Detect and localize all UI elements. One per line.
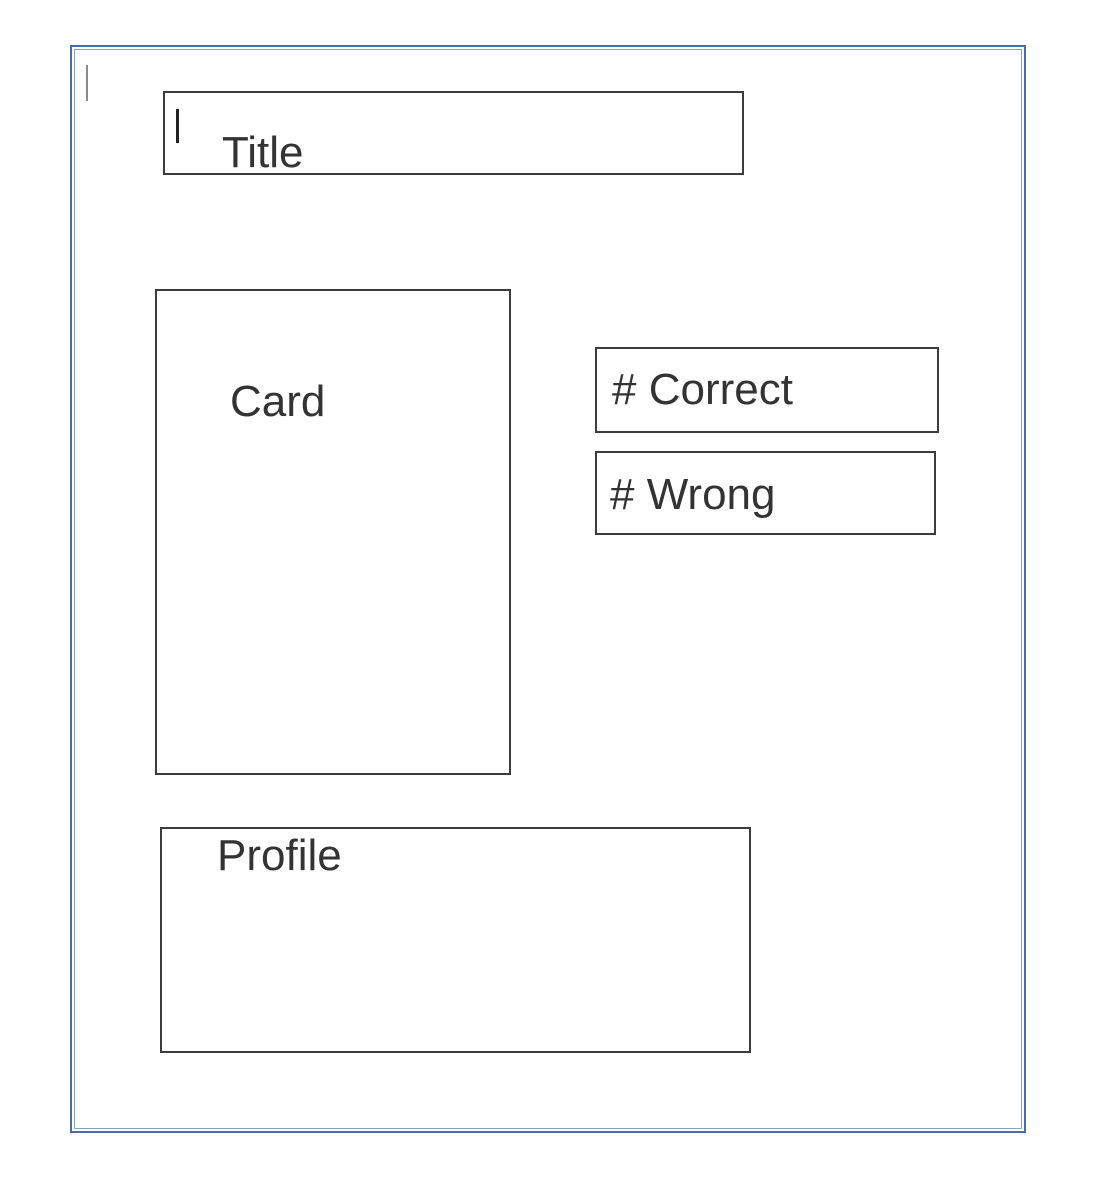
frame-text-caret [86, 65, 88, 101]
title-label: Title [222, 128, 304, 177]
title-text-caret [176, 109, 179, 143]
wrong-count-label: # Wrong [610, 470, 776, 519]
profile-panel[interactable]: Profile [160, 827, 751, 1053]
card-label: Card [230, 377, 326, 426]
title-field[interactable]: Title [163, 91, 744, 175]
wrong-count-box: # Wrong [595, 451, 936, 535]
correct-count-label: # Correct [612, 365, 793, 414]
card-panel[interactable]: Card [155, 289, 511, 775]
correct-count-box: # Correct [595, 347, 939, 433]
profile-label: Profile [217, 831, 342, 880]
